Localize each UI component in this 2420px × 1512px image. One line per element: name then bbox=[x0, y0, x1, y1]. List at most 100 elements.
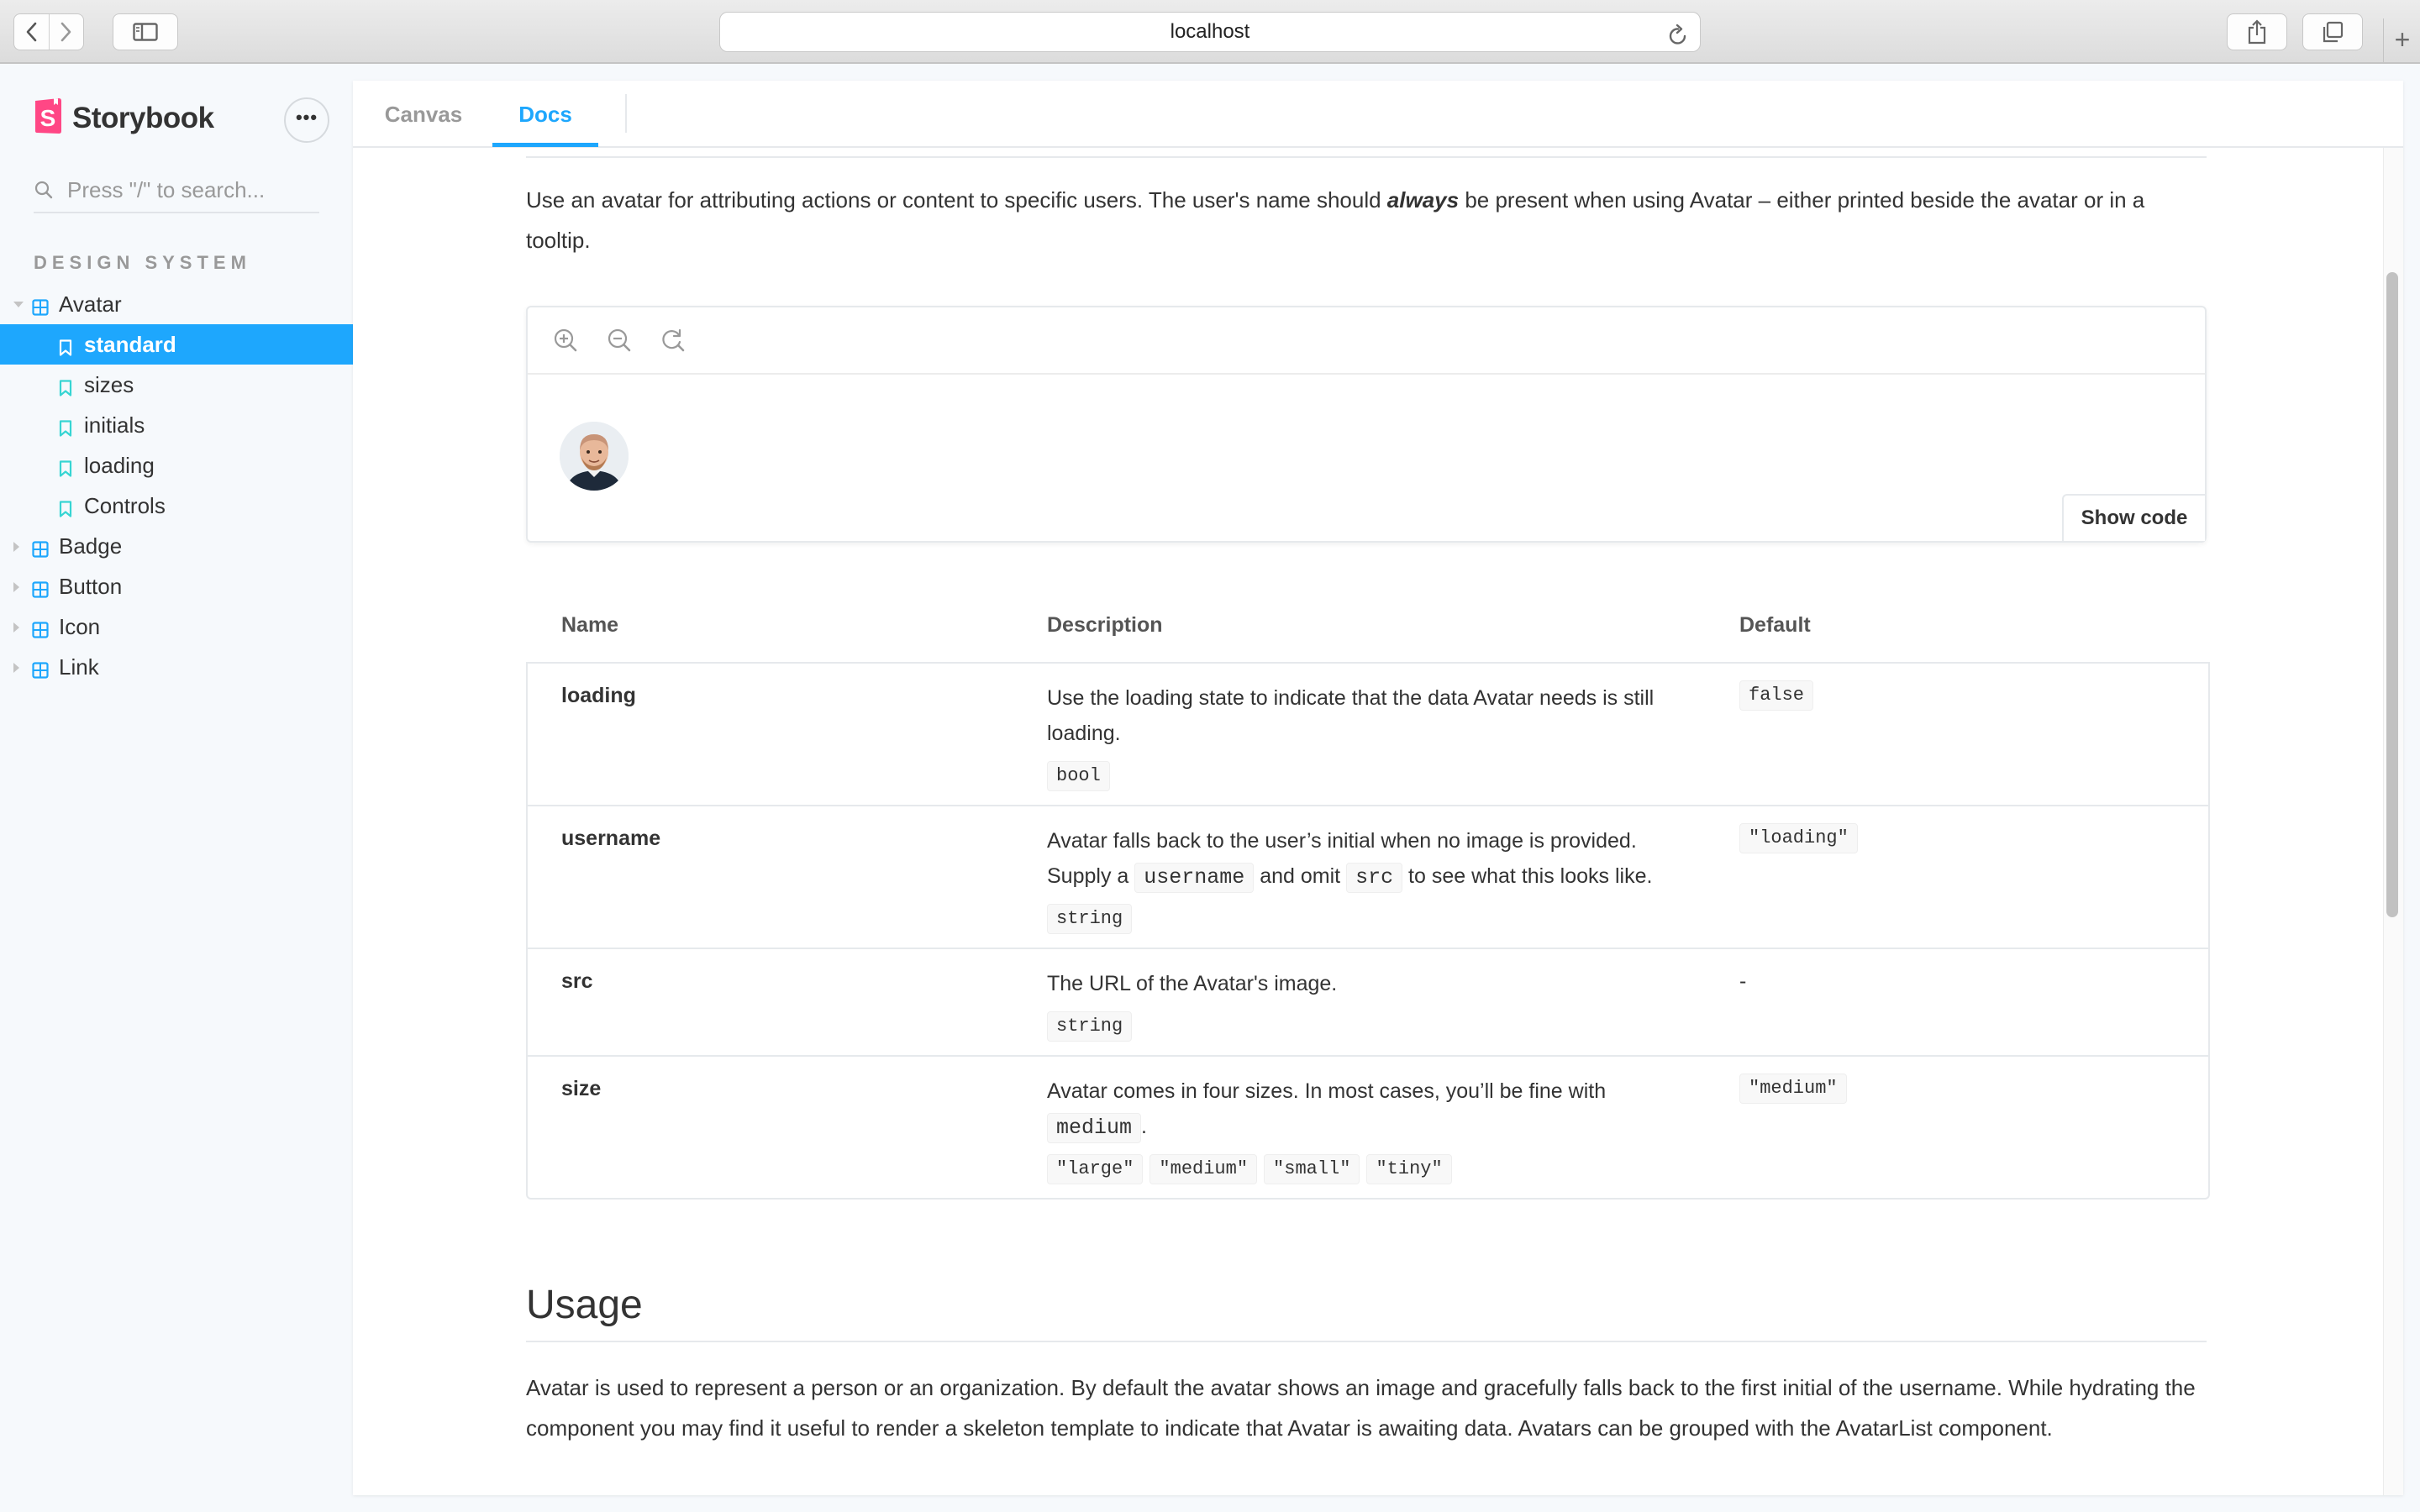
sidebar-story-controls[interactable]: Controls bbox=[0, 486, 353, 526]
component-icon bbox=[32, 296, 49, 322]
sidebar-story-initials[interactable]: initials bbox=[0, 405, 353, 445]
chevron-right-icon bbox=[13, 622, 19, 633]
search-box bbox=[34, 171, 319, 213]
table-row: size Avatar comes in four sizes. In most… bbox=[528, 1055, 2208, 1198]
zoom-in-icon[interactable] bbox=[553, 328, 578, 357]
search-input[interactable] bbox=[67, 171, 311, 208]
sidebar-item-label: Avatar bbox=[59, 291, 122, 317]
sidebar-item-label: sizes bbox=[84, 371, 134, 397]
prop-name: username bbox=[561, 827, 661, 850]
description-text: and omit bbox=[1254, 864, 1347, 888]
prop-description: Avatar falls back to the user’s initial … bbox=[1047, 823, 1702, 934]
column-header-description: Description bbox=[1047, 613, 1163, 637]
type-badge: string bbox=[1047, 1011, 1133, 1042]
sidebar-item-label: Badge bbox=[59, 533, 123, 559]
sidebar-item-label: Icon bbox=[59, 613, 101, 639]
sidebar-toggle-button[interactable] bbox=[113, 13, 178, 50]
type-badge: bool bbox=[1047, 761, 1110, 791]
inline-code: username bbox=[1134, 863, 1255, 893]
default-badge: false bbox=[1739, 680, 1814, 711]
description-text: . bbox=[1141, 1115, 1147, 1138]
component-icon bbox=[32, 618, 49, 644]
component-icon bbox=[32, 659, 49, 685]
description-text: Avatar comes in four sizes. In most case… bbox=[1047, 1079, 1607, 1103]
sidebar-item-label: Button bbox=[59, 573, 123, 599]
bookmark-icon bbox=[59, 336, 72, 362]
zoom-out-icon[interactable] bbox=[607, 328, 632, 357]
back-forward-group bbox=[13, 13, 84, 50]
type-badge: "tiny" bbox=[1366, 1154, 1452, 1184]
share-button[interactable] bbox=[2227, 13, 2287, 50]
prop-description: Avatar comes in four sizes. In most case… bbox=[1047, 1074, 1702, 1184]
tabs-overview-icon bbox=[2322, 21, 2344, 43]
sidebar-item-button[interactable]: Button bbox=[0, 566, 353, 606]
inline-code: medium bbox=[1047, 1113, 1142, 1143]
back-icon[interactable] bbox=[14, 14, 50, 50]
show-code-button[interactable]: Show code bbox=[2062, 494, 2205, 541]
props-table: Name Description Default loading Use the… bbox=[526, 598, 2210, 1200]
type-badge: "small" bbox=[1264, 1154, 1360, 1184]
prop-description: Use the loading state to indicate that t… bbox=[1047, 680, 1702, 791]
bookmark-icon bbox=[59, 417, 72, 443]
prop-name: size bbox=[561, 1077, 602, 1100]
sidebar-story-standard[interactable]: standard bbox=[0, 324, 353, 365]
sidebar-item-label: Link bbox=[59, 654, 99, 680]
table-header: Name Description Default bbox=[526, 598, 2210, 664]
sidebar-item-icon[interactable]: Icon bbox=[0, 606, 353, 647]
address-bar[interactable]: localhost bbox=[719, 12, 1701, 52]
table-row: loading Use the loading state to indicat… bbox=[528, 664, 2208, 805]
prop-description: The URL of the Avatar's image. string bbox=[1047, 966, 1702, 1042]
share-icon bbox=[2247, 19, 2267, 45]
svg-text:S: S bbox=[40, 105, 56, 131]
prop-description-text: The URL of the Avatar's image. bbox=[1047, 972, 1338, 995]
prop-description-text: Use the loading state to indicate that t… bbox=[1047, 686, 1655, 745]
prop-default: - bbox=[1739, 969, 1747, 993]
prop-default: "medium" bbox=[1739, 1074, 1847, 1104]
prop-type: string bbox=[1047, 899, 1702, 934]
prop-default: false bbox=[1739, 680, 1814, 711]
tabs-overview-button[interactable] bbox=[2302, 13, 2363, 50]
table-body: loading Use the loading state to indicat… bbox=[526, 664, 2210, 1200]
sidebar-story-loading[interactable]: loading bbox=[0, 445, 353, 486]
intro-text: Use an avatar for attributing actions or… bbox=[526, 187, 1387, 213]
url-text: localhost bbox=[1170, 20, 1250, 43]
default-badge: "medium" bbox=[1739, 1074, 1847, 1104]
sidebar-item-link[interactable]: Link bbox=[0, 647, 353, 687]
sidebar-icon bbox=[133, 23, 158, 41]
reload-icon[interactable] bbox=[1668, 21, 1688, 60]
sidebar-item-label: Controls bbox=[84, 492, 166, 518]
tab-docs[interactable]: Docs bbox=[492, 81, 598, 148]
chevron-right-icon bbox=[13, 582, 19, 592]
preview-toolbar bbox=[528, 307, 2205, 375]
new-tab-button[interactable]: + bbox=[2383, 18, 2420, 64]
inline-code: src bbox=[1346, 863, 1403, 893]
zoom-reset-icon[interactable] bbox=[660, 328, 686, 357]
sidebar-item-avatar[interactable]: Avatar bbox=[0, 284, 353, 324]
brand[interactable]: S Storybook bbox=[34, 97, 214, 139]
component-icon bbox=[32, 578, 49, 604]
default-badge: "loading" bbox=[1739, 823, 1858, 853]
sidebar-item-badge[interactable]: Badge bbox=[0, 526, 353, 566]
prop-type: "large" "medium" "small" "tiny" bbox=[1047, 1149, 1702, 1184]
search-icon bbox=[34, 180, 54, 204]
tab-canvas[interactable]: Canvas bbox=[353, 81, 494, 148]
forward-icon[interactable] bbox=[50, 14, 84, 50]
tab-divider bbox=[625, 94, 627, 133]
storybook-logo-icon: S bbox=[34, 97, 62, 139]
brand-name: Storybook bbox=[72, 101, 214, 134]
type-badge: "large" bbox=[1047, 1154, 1144, 1184]
chevron-right-icon bbox=[13, 663, 19, 673]
table-row: src The URL of the Avatar's image. strin… bbox=[528, 948, 2208, 1055]
story-preview: Show code bbox=[526, 306, 2207, 543]
prop-default: "loading" bbox=[1739, 823, 1858, 853]
chevron-right-icon bbox=[13, 542, 19, 552]
component-icon bbox=[32, 538, 49, 564]
active-tab-indicator bbox=[492, 143, 598, 147]
sidebar-story-sizes[interactable]: sizes bbox=[0, 365, 353, 405]
sidebar-menu-button[interactable]: ••• bbox=[284, 97, 329, 143]
scrollbar-thumb[interactable] bbox=[2386, 272, 2398, 917]
prop-type: bool bbox=[1047, 756, 1702, 791]
bookmark-icon bbox=[59, 497, 72, 523]
component-description: Use an avatar for attributing actions or… bbox=[526, 180, 2215, 260]
chevron-down-icon bbox=[13, 302, 24, 307]
